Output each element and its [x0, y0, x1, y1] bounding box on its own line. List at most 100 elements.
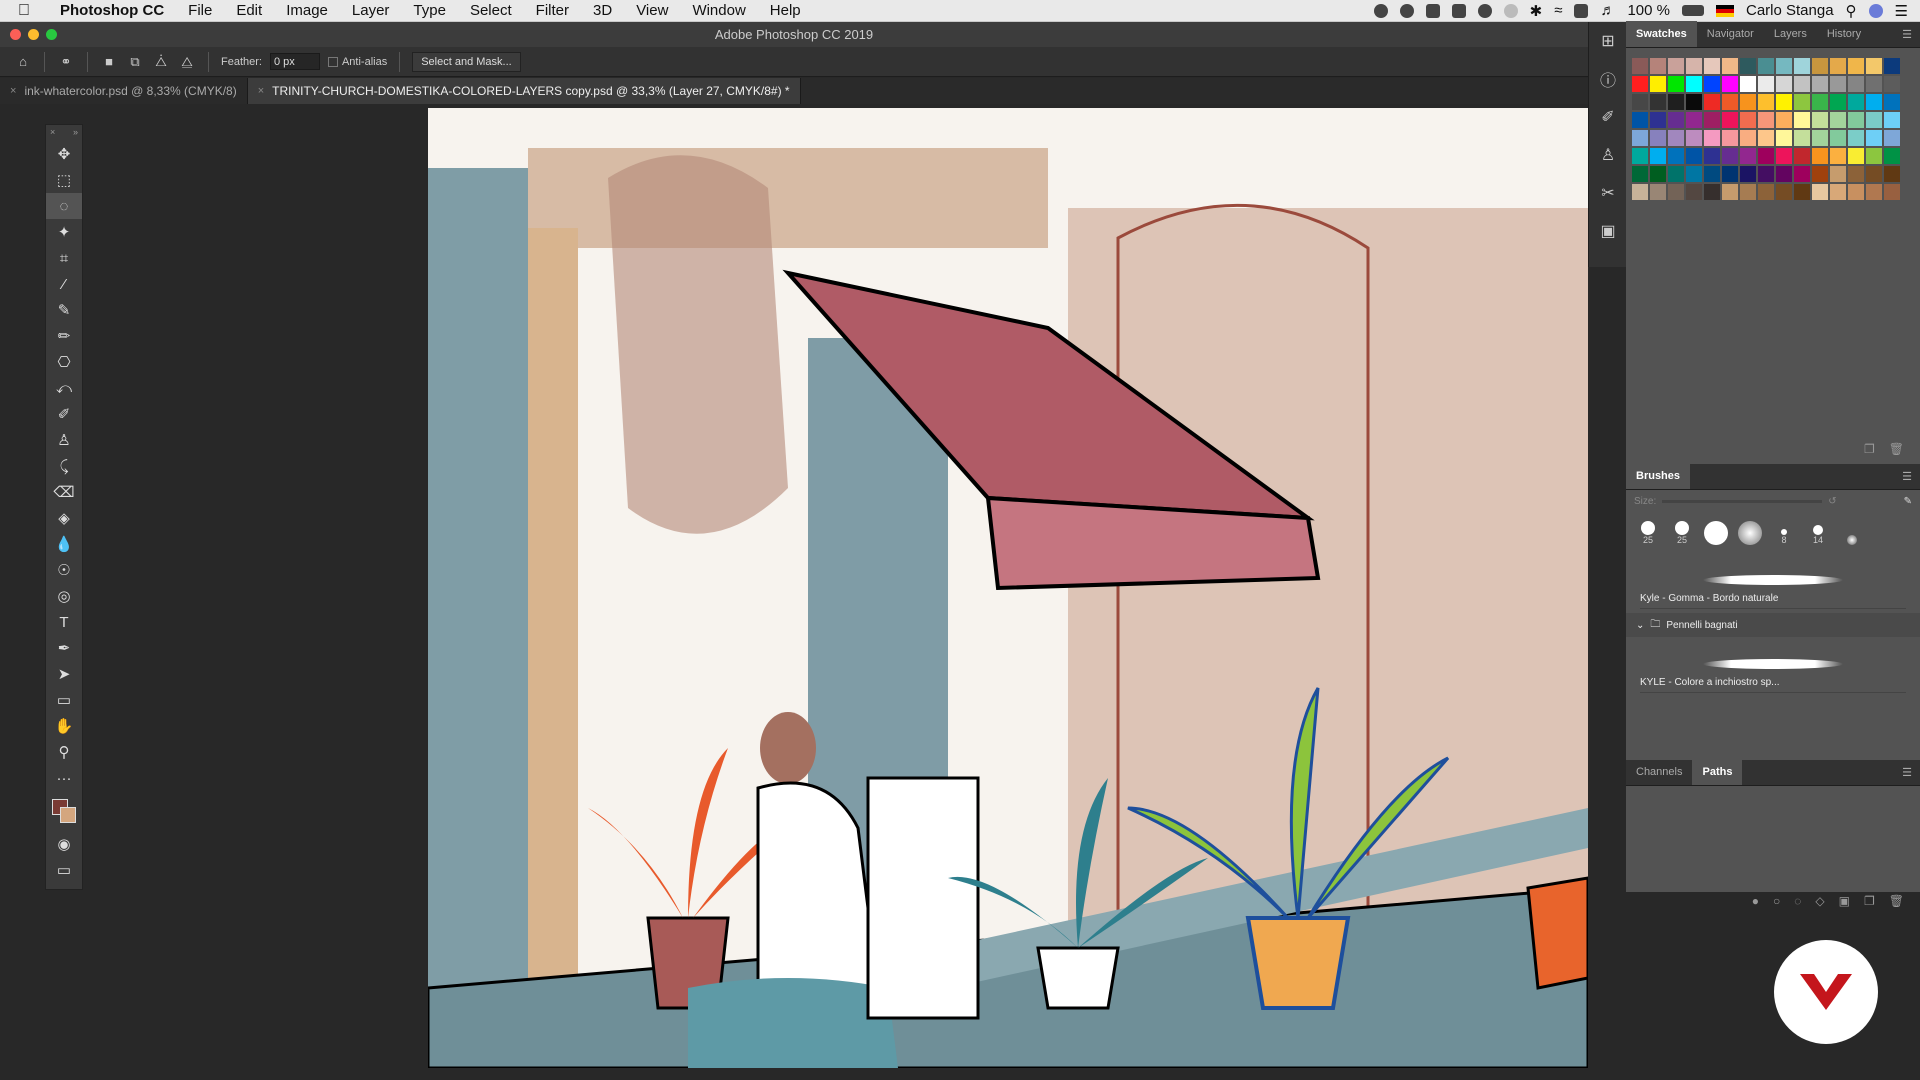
brush-group[interactable]: ⌄ 🗀 Pennelli bagnati — [1626, 613, 1920, 637]
feather-input[interactable]: 0 px — [269, 53, 320, 70]
swatch[interactable] — [1758, 58, 1774, 74]
swatch[interactable] — [1812, 148, 1828, 164]
tool-presets-icon[interactable]: ✂ — [1589, 174, 1627, 212]
swatch[interactable] — [1650, 112, 1666, 128]
swatch[interactable] — [1794, 58, 1810, 74]
swatch[interactable] — [1866, 58, 1882, 74]
swatch[interactable] — [1668, 148, 1684, 164]
swatch[interactable] — [1668, 166, 1684, 182]
swatch[interactable] — [1704, 112, 1720, 128]
swatch[interactable] — [1704, 130, 1720, 146]
swatch[interactable] — [1758, 130, 1774, 146]
brush-tip[interactable] — [1702, 521, 1730, 545]
document-canvas[interactable] — [428, 108, 1588, 1068]
history-brush-tool[interactable]: ⤺ — [46, 375, 82, 401]
gmail-icon[interactable] — [1451, 3, 1466, 18]
swatch[interactable] — [1722, 184, 1738, 200]
swatch[interactable] — [1740, 166, 1756, 182]
swatch[interactable] — [1812, 112, 1828, 128]
delete-path-icon[interactable]: 🗑 — [1889, 894, 1904, 908]
swatch[interactable] — [1632, 184, 1648, 200]
swatch[interactable] — [1830, 94, 1846, 110]
swatch[interactable] — [1848, 94, 1864, 110]
swatch[interactable] — [1650, 148, 1666, 164]
swatch[interactable] — [1686, 148, 1702, 164]
panel-menu-icon[interactable]: ☰ — [1894, 463, 1920, 489]
battery-icon[interactable] — [1681, 5, 1704, 16]
swatch[interactable] — [1776, 184, 1792, 200]
swatch[interactable] — [1668, 112, 1684, 128]
swatch[interactable] — [1848, 76, 1864, 92]
brush-item[interactable]: Kyle - Gomma - Bordo naturale — [1640, 557, 1906, 609]
swatch[interactable] — [1758, 112, 1774, 128]
swatch[interactable] — [1776, 112, 1792, 128]
swatch[interactable] — [1866, 184, 1882, 200]
swatch[interactable] — [1884, 184, 1900, 200]
swatch[interactable] — [1812, 184, 1828, 200]
new-selection-icon[interactable]: ■ — [100, 53, 118, 71]
swatch[interactable] — [1632, 94, 1648, 110]
fill-path-icon[interactable]: ● — [1752, 894, 1759, 908]
tab-swatches[interactable]: Swatches — [1626, 21, 1697, 47]
swatch[interactable] — [1668, 76, 1684, 92]
antialias-checkbox[interactable]: Anti-alias — [327, 56, 387, 68]
new-brush-icon[interactable]: ✎ — [1904, 496, 1912, 507]
load-selection-icon[interactable]: ◌ — [1794, 894, 1801, 908]
swatch[interactable] — [1866, 148, 1882, 164]
swatch[interactable] — [1758, 148, 1774, 164]
menu-window[interactable]: Window — [680, 2, 757, 19]
wifi-icon[interactable]: ≈ — [1554, 2, 1562, 19]
menu-file[interactable]: File — [176, 2, 224, 19]
tools-panel-header[interactable]: ×» — [46, 125, 82, 141]
swatch[interactable] — [1650, 184, 1666, 200]
new-swatch-icon[interactable]: ❐ — [1864, 442, 1875, 456]
swatch[interactable] — [1722, 58, 1738, 74]
panel-menu-icon[interactable]: ☰ — [1894, 21, 1920, 47]
notification-center-icon[interactable]: ☰ — [1895, 2, 1908, 20]
swatch[interactable] — [1668, 184, 1684, 200]
swatch[interactable] — [1830, 148, 1846, 164]
menu-image[interactable]: Image — [274, 2, 340, 19]
art-history-tool[interactable]: ⤹ — [46, 453, 82, 479]
swatch[interactable] — [1686, 130, 1702, 146]
type-tool[interactable]: T — [46, 609, 82, 635]
magic-wand-tool[interactable]: ✦ — [46, 219, 82, 245]
menu-help[interactable]: Help — [758, 2, 813, 19]
tab-navigator[interactable]: Navigator — [1697, 21, 1764, 47]
swatch[interactable] — [1704, 166, 1720, 182]
brush-settings-icon[interactable]: ✐ — [1589, 98, 1627, 136]
swatch[interactable] — [1848, 58, 1864, 74]
user-name[interactable]: Carlo Stanga — [1746, 2, 1834, 19]
add-selection-icon[interactable]: ⧉ — [126, 53, 144, 71]
brush-tip[interactable]: 8 — [1770, 529, 1798, 545]
swatch[interactable] — [1668, 58, 1684, 74]
swatch[interactable] — [1794, 130, 1810, 146]
swatch[interactable] — [1794, 112, 1810, 128]
stamp-tool[interactable]: ♙ — [46, 427, 82, 453]
swatch[interactable] — [1650, 166, 1666, 182]
move-tool[interactable]: ✥ — [46, 141, 82, 167]
clone-stamp-tool[interactable]: ⎔ — [46, 349, 82, 375]
swatch[interactable] — [1848, 130, 1864, 146]
add-mask-icon[interactable]: ▣ — [1839, 894, 1850, 908]
swatch[interactable] — [1812, 130, 1828, 146]
pen-tool[interactable]: ✒ — [46, 635, 82, 661]
tab-layers[interactable]: Layers — [1764, 21, 1817, 47]
swatch[interactable] — [1740, 184, 1756, 200]
info-icon[interactable]: ⓘ — [1589, 60, 1627, 98]
swatch[interactable] — [1866, 166, 1882, 182]
marquee-tool[interactable]: ⬚ — [46, 167, 82, 193]
reset-icon[interactable]: ↺ — [1828, 496, 1836, 507]
tab-history[interactable]: History — [1817, 21, 1871, 47]
display-icon[interactable] — [1425, 3, 1440, 18]
swatch[interactable] — [1632, 58, 1648, 74]
swatch[interactable] — [1848, 112, 1864, 128]
volume-icon[interactable]: ♬ — [1600, 2, 1615, 19]
swatch[interactable] — [1884, 166, 1900, 182]
apple-menu-icon[interactable]:  — [0, 2, 48, 20]
swatch[interactable] — [1740, 58, 1756, 74]
healing-brush-tool[interactable]: ✎ — [46, 297, 82, 323]
size-slider[interactable] — [1662, 500, 1823, 503]
sync-icon[interactable] — [1477, 3, 1492, 18]
spotlight-search-icon[interactable]: ⚲ — [1846, 2, 1857, 20]
